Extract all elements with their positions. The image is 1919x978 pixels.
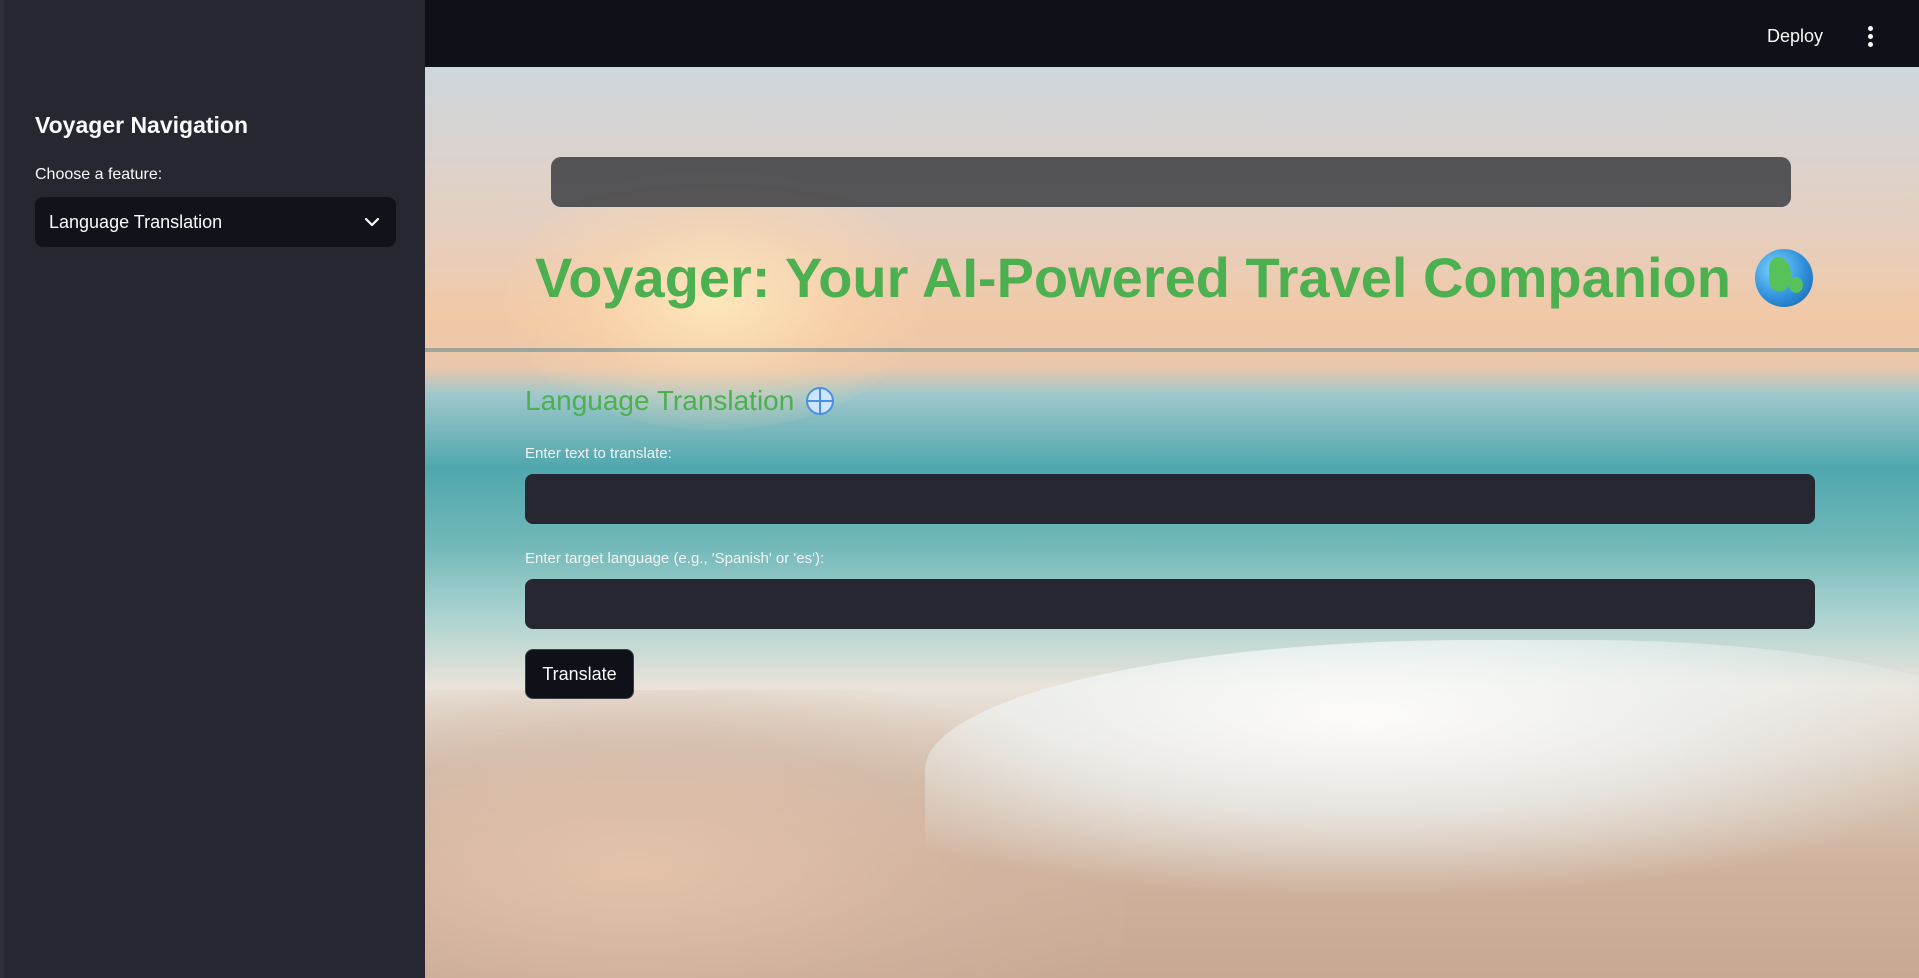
feature-select-label: Choose a feature:	[35, 166, 163, 183]
section-title: Language Translation	[525, 385, 835, 417]
text-input-label: Enter text to translate:	[525, 445, 672, 462]
feature-select[interactable]: Language Translation	[35, 197, 396, 247]
section-title-text: Language Translation	[525, 385, 795, 416]
sidebar-title: Voyager Navigation	[35, 112, 249, 138]
globe-earth-icon	[1754, 248, 1813, 307]
text-to-translate-input[interactable]	[525, 474, 1815, 524]
chevron-down-icon	[364, 214, 380, 230]
sidebar: Voyager Navigation Choose a feature: Lan…	[0, 0, 425, 978]
page-title: Voyager: Your AI-Powered Travel Companio…	[535, 245, 1813, 310]
language-input-label: Enter target language (e.g., 'Spanish' o…	[525, 550, 825, 567]
app-window: Voyager Navigation Choose a feature: Lan…	[0, 0, 1919, 978]
main-area: Deploy Voyager: Your AI-Powered Travel C…	[425, 0, 1919, 978]
top-banner-bar	[551, 157, 1791, 207]
translate-button[interactable]: Translate	[525, 649, 634, 699]
page-title-text: Voyager: Your AI-Powered Travel Companio…	[535, 246, 1731, 309]
globe-meridians-icon	[806, 387, 835, 415]
target-language-input[interactable]	[525, 579, 1815, 629]
feature-select-value: Language Translation	[49, 211, 223, 232]
main-content: Voyager: Your AI-Powered Travel Companio…	[425, 0, 1919, 978]
